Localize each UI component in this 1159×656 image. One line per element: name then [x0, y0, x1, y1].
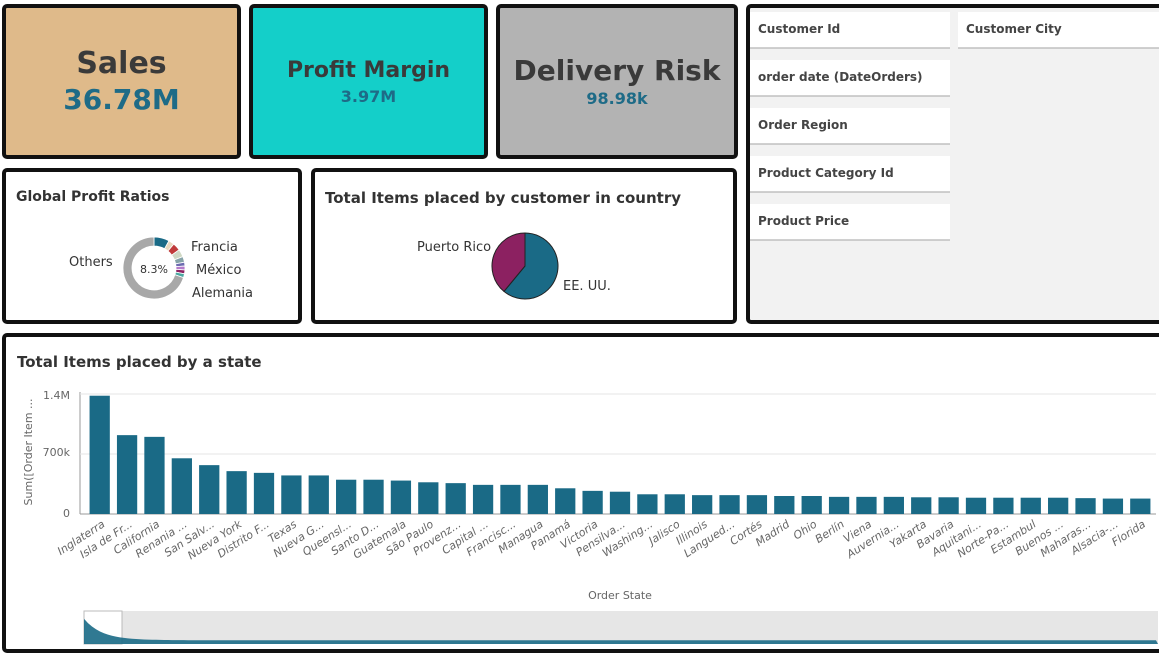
kpi-sales-card[interactable]: Sales 36.78M	[2, 4, 241, 159]
bar-9[interactable]	[336, 479, 357, 514]
bar-18[interactable]	[582, 490, 603, 514]
bar-2[interactable]	[144, 436, 165, 514]
kpi-delivery-risk-title: Delivery Risk	[513, 54, 721, 87]
donut-label-mexico: México	[196, 263, 241, 278]
bar-10[interactable]	[363, 479, 384, 514]
bar-5[interactable]	[226, 471, 247, 514]
bar-29[interactable]	[883, 496, 904, 514]
global-profit-ratios-card[interactable]: Global Profit Ratios 8.3% Others Francia…	[2, 168, 302, 324]
bar-26[interactable]	[801, 496, 822, 514]
bar-6[interactable]	[253, 472, 275, 514]
bar-4[interactable]	[199, 465, 220, 514]
filter-product-price[interactable]: Product Price	[750, 204, 950, 240]
bar-25[interactable]	[774, 496, 795, 514]
bar-14[interactable]	[472, 484, 494, 514]
customer-country-card[interactable]: Total Items placed by customer in countr…	[311, 168, 737, 324]
kpi-delivery-risk-card[interactable]: Delivery Risk 98.98k	[496, 4, 738, 159]
kpi-sales-title: Sales	[76, 46, 167, 81]
bar-12[interactable]	[418, 482, 439, 514]
bar-31[interactable]	[938, 497, 959, 514]
filter-product-category-id[interactable]: Product Category Id	[750, 156, 950, 192]
bar-8[interactable]	[308, 475, 329, 514]
bar-30[interactable]	[911, 497, 932, 514]
global-profit-ratios-donut: 8.3% Others Francia México Alemania	[69, 236, 253, 301]
bar-34[interactable]	[1020, 497, 1041, 514]
filter-pane: Customer Id Customer City order date (Da…	[746, 4, 1159, 324]
filter-order-region[interactable]: Order Region	[750, 108, 950, 144]
bar-35[interactable]	[1048, 497, 1069, 514]
bar-33[interactable]	[993, 497, 1014, 514]
bar-17[interactable]	[555, 488, 576, 514]
x-tick-label: Berlín	[813, 518, 847, 546]
bar-15[interactable]	[500, 484, 521, 514]
bar-0[interactable]	[89, 395, 110, 514]
y-tick-1-4m: 1.4M	[43, 389, 70, 402]
bar-36[interactable]	[1075, 498, 1096, 514]
donut-center-label: 8.3%	[140, 263, 168, 276]
pie-label-eeuu: EE. UU.	[563, 279, 611, 294]
bar-37[interactable]	[1102, 498, 1124, 514]
filter-customer-id[interactable]: Customer Id	[750, 12, 950, 48]
pie-label-puerto-rico: Puerto Rico	[417, 240, 491, 255]
bar-20[interactable]	[637, 494, 658, 514]
bar-38[interactable]	[1130, 498, 1151, 514]
bar-13[interactable]	[445, 483, 466, 514]
state-chart-card[interactable]: Total Items placed by a state Sum([Order…	[2, 333, 1159, 653]
bar-22[interactable]	[692, 495, 713, 514]
filter-order-date[interactable]: order date (DateOrders)	[750, 60, 950, 96]
bar-21[interactable]	[664, 494, 685, 514]
donut-label-francia: Francia	[191, 240, 238, 255]
kpi-profit-margin-title: Profit Margin	[286, 58, 451, 83]
state-bar-chart: Sum([Order Item ... 1.4M 700k 0 Inglater…	[22, 389, 1158, 645]
bar-24[interactable]	[746, 495, 768, 514]
bar-28[interactable]	[856, 496, 877, 514]
kpi-delivery-risk-value: 98.98k	[586, 89, 648, 108]
y-axis-title: Sum([Order Item ...	[22, 398, 35, 505]
bar-19[interactable]	[609, 491, 631, 514]
y-tick-700k: 700k	[43, 446, 71, 459]
y-tick-0: 0	[63, 507, 70, 520]
bar-3[interactable]	[171, 458, 192, 514]
kpi-profit-margin-card[interactable]: Profit Margin 3.97M	[249, 4, 488, 159]
filter-customer-city[interactable]: Customer City	[958, 12, 1159, 48]
bar-27[interactable]	[828, 496, 850, 514]
bar-32[interactable]	[965, 497, 987, 514]
donut-label-alemania: Alemania	[192, 286, 253, 301]
kpi-profit-margin-value: 3.97M	[340, 87, 397, 106]
bar-16[interactable]	[527, 484, 548, 514]
x-axis-title: Order State	[588, 589, 652, 602]
bar-7[interactable]	[281, 475, 302, 514]
donut-label-others: Others	[69, 255, 113, 270]
customer-country-pie: Puerto Rico EE. UU.	[417, 232, 611, 300]
bar-23[interactable]	[719, 495, 740, 514]
bar-1[interactable]	[116, 435, 138, 514]
bar-11[interactable]	[390, 480, 412, 514]
kpi-sales-value: 36.78M	[63, 83, 180, 116]
mini-chart-track[interactable]	[84, 611, 1158, 644]
